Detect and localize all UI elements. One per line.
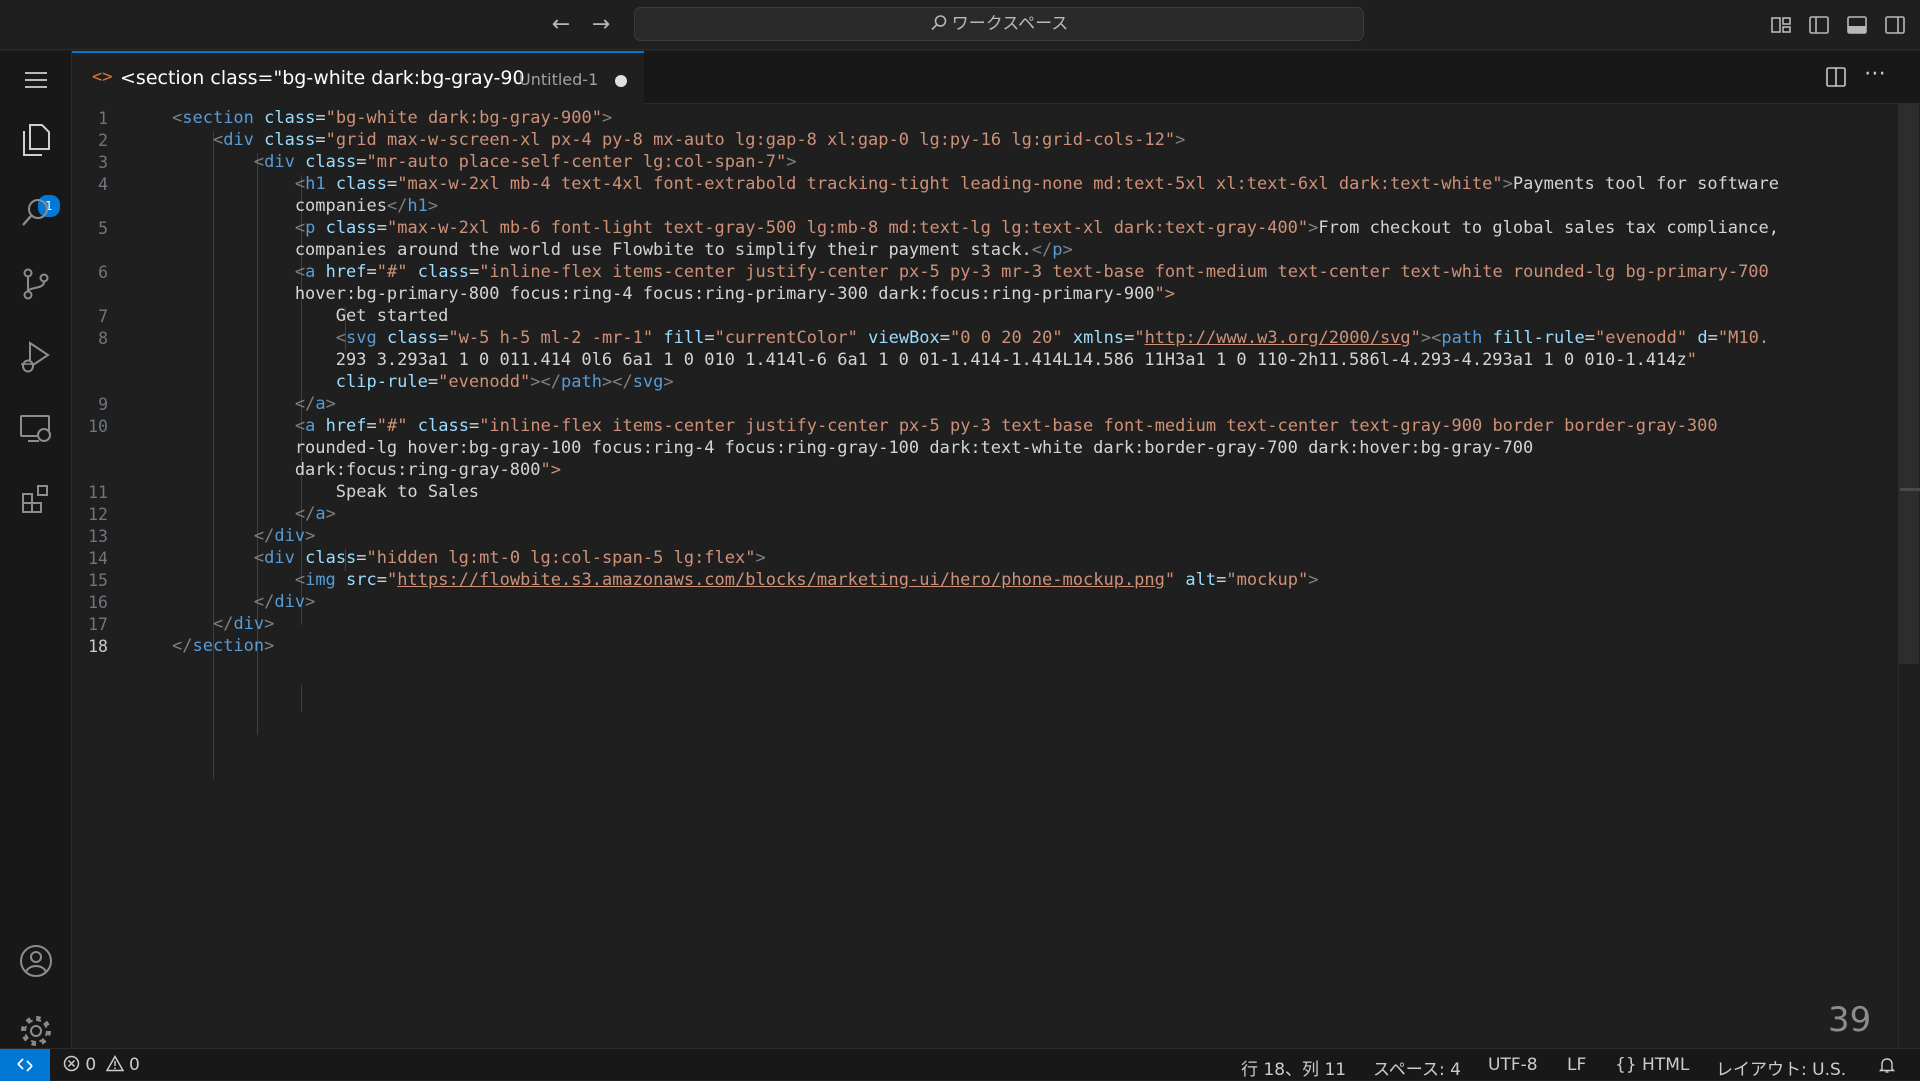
line-number: 5 — [98, 219, 108, 238]
line-number: 13 — [88, 527, 108, 546]
toggle-secondary-sidebar-icon[interactable] — [1883, 13, 1907, 37]
line-number: 3 — [98, 153, 108, 172]
line-number: 2 — [98, 131, 108, 150]
language-mode[interactable]: {} HTML — [1615, 1055, 1689, 1075]
command-center-search[interactable]: ワークスペース — [634, 7, 1364, 41]
editor-tab[interactable]: <> <section class="bg-white dark:bg-gray… — [72, 51, 644, 104]
menu-icon[interactable] — [14, 58, 58, 102]
indent-guide — [301, 685, 302, 712]
remote-explorer-icon[interactable] — [14, 407, 58, 451]
customize-layout-icon[interactable] — [1769, 13, 1793, 37]
html-file-icon: <> — [92, 67, 113, 87]
warning-count: 0 — [129, 1055, 140, 1075]
error-count: 0 — [85, 1055, 97, 1075]
search-icon[interactable] — [14, 190, 58, 234]
search-icon — [931, 15, 947, 31]
indentation-status[interactable]: スペース: 4 — [1373, 1055, 1461, 1080]
scrollbar-thumb[interactable] — [1899, 104, 1919, 664]
line-number: 9 — [98, 395, 108, 414]
title-bar: ← → ワークスペース — [0, 0, 1920, 50]
line-number: 11 — [88, 483, 108, 502]
source-control-icon[interactable] — [14, 262, 58, 306]
explorer-icon[interactable] — [14, 118, 58, 162]
code-line: </section> — [172, 636, 275, 656]
search-label: ワークスペース — [951, 14, 1069, 34]
line-number: 4 — [98, 175, 108, 194]
extensions-icon[interactable] — [14, 477, 58, 521]
toggle-panel-icon[interactable] — [1845, 13, 1869, 37]
eol-status[interactable]: LF — [1567, 1055, 1586, 1075]
cursor-position[interactable]: 行 18、列 11 — [1241, 1055, 1346, 1080]
bell-icon[interactable] — [1878, 1056, 1896, 1074]
line-number: 18 — [88, 637, 108, 656]
line-number: 6 — [98, 263, 108, 282]
scrollbar-cursor-marker — [1900, 488, 1920, 491]
braces-icon: {} — [1615, 1055, 1637, 1075]
line-number: 10 — [88, 417, 108, 436]
run-and-debug-icon[interactable] — [14, 335, 58, 379]
activity-bar: 1 — [0, 51, 72, 1048]
status-bar: 0 0 行 18、列 11 スペース: 4 UTF-8 LF {} HTML レ… — [0, 1048, 1920, 1081]
warning-icon — [105, 1054, 124, 1072]
more-actions-icon[interactable]: ⋯ — [1864, 61, 1887, 86]
problems-status[interactable]: 0 0 — [63, 1054, 140, 1075]
remote-indicator[interactable] — [0, 1049, 50, 1081]
overlay-number: 39 — [1828, 1000, 1872, 1040]
code-editor[interactable]: 1 2 3 4 5 6 7 8 9 10 11 12 13 14 15 16 17 18 <section cla… — [72, 104, 1920, 1048]
tab-title: <section class="bg-white dark:bg-gray-90 — [120, 67, 525, 89]
line-number: 17 — [88, 615, 108, 634]
remote-icon — [17, 1058, 33, 1072]
line-number: 7 — [98, 307, 108, 326]
error-icon — [63, 1055, 80, 1072]
account-icon[interactable] — [14, 939, 58, 983]
split-editor-icon[interactable] — [1825, 66, 1847, 88]
line-number: 8 — [98, 329, 108, 348]
line-number: 15 — [88, 571, 108, 590]
line-number: 14 — [88, 549, 108, 568]
toggle-primary-sidebar-icon[interactable] — [1807, 13, 1831, 37]
gear-icon[interactable] — [14, 1009, 58, 1053]
unsaved-dot-icon[interactable] — [615, 75, 627, 87]
arrow-left-icon[interactable]: ← — [548, 12, 574, 38]
editor-tab-bar: <> <section class="bg-white dark:bg-gray… — [72, 51, 1920, 104]
encoding-status[interactable]: UTF-8 — [1488, 1055, 1538, 1075]
line-number: 12 — [88, 505, 108, 524]
arrow-right-icon[interactable]: → — [588, 12, 614, 38]
line-number: 16 — [88, 593, 108, 612]
tab-description: Untitled-1 — [519, 70, 599, 89]
line-number: 1 — [98, 109, 108, 128]
language-label: HTML — [1642, 1055, 1690, 1075]
keyboard-layout[interactable]: レイアウト: U.S. — [1716, 1055, 1846, 1080]
